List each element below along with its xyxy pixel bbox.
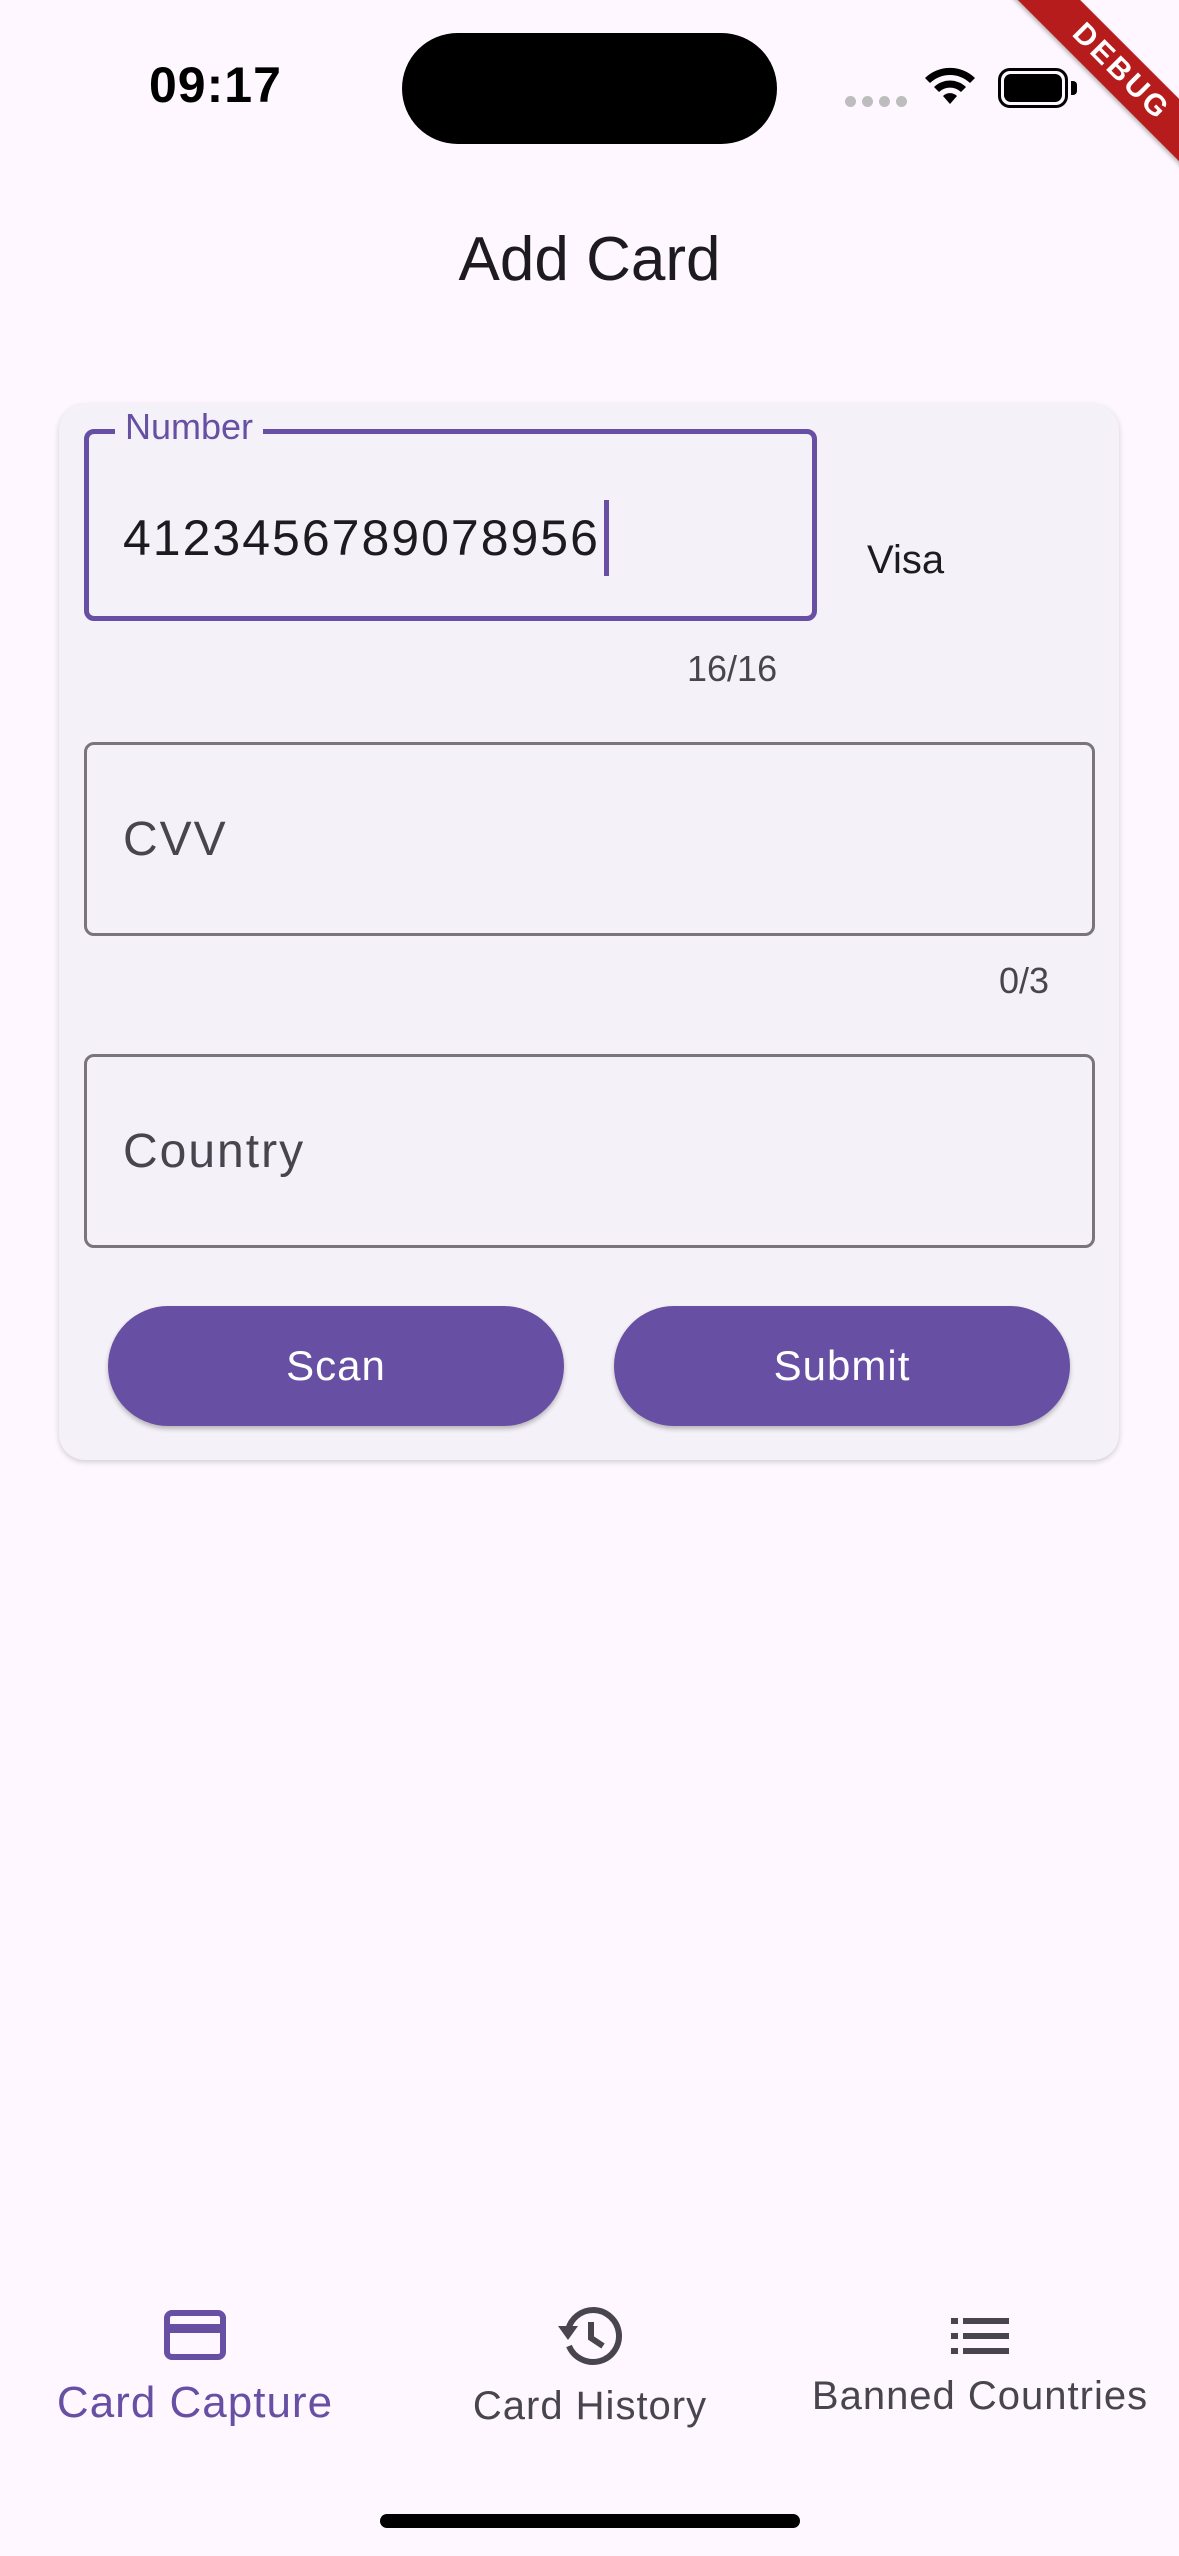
cvv-counter: 0/3 (999, 960, 1050, 1001)
nav-item-card-history[interactable]: Card History (440, 2306, 740, 2429)
debug-banner-label: DEBUG (999, 0, 1179, 180)
page-title: Add Card (458, 225, 721, 294)
card-number-value[interactable]: 4123456789078956 (123, 500, 609, 576)
country-field[interactable]: Country (84, 1054, 1095, 1248)
card-number-text: 4123456789078956 (123, 510, 600, 566)
nav-label-card-capture: Card Capture (56, 2378, 334, 2427)
cvv-field[interactable]: CVV (84, 742, 1095, 936)
nav-item-card-capture[interactable]: Card Capture (40, 2310, 350, 2428)
signal-dots-icon (845, 96, 907, 107)
card-number-label: Number (115, 406, 264, 448)
history-icon (558, 2307, 622, 2365)
status-time: 09:17 (149, 57, 282, 113)
list-icon (951, 2318, 1009, 2354)
add-card-form: Number 4123456789078956 Visa 16/16 CVV 0… (59, 404, 1119, 1460)
text-caret (603, 500, 609, 576)
debug-banner: DEBUG (999, 0, 1179, 180)
wifi-icon (925, 67, 975, 104)
card-number-field[interactable]: Number 4123456789078956 (84, 406, 817, 621)
nav-item-banned-countries[interactable]: Banned Countries (810, 2316, 1150, 2419)
dynamic-island (402, 33, 777, 144)
nav-label-banned-countries: Banned Countries (811, 2374, 1149, 2418)
nav-label-card-history: Card History (472, 2384, 708, 2428)
card-brand-label: Visa (867, 538, 945, 582)
submit-button[interactable]: Submit (614, 1306, 1070, 1426)
card-number-counter: 16/16 (687, 648, 778, 689)
home-indicator (380, 2514, 800, 2528)
scan-button[interactable]: Scan (108, 1306, 564, 1426)
credit-card-icon (164, 2310, 226, 2360)
cvv-placeholder: CVV (123, 812, 228, 866)
country-placeholder: Country (123, 1124, 306, 1178)
